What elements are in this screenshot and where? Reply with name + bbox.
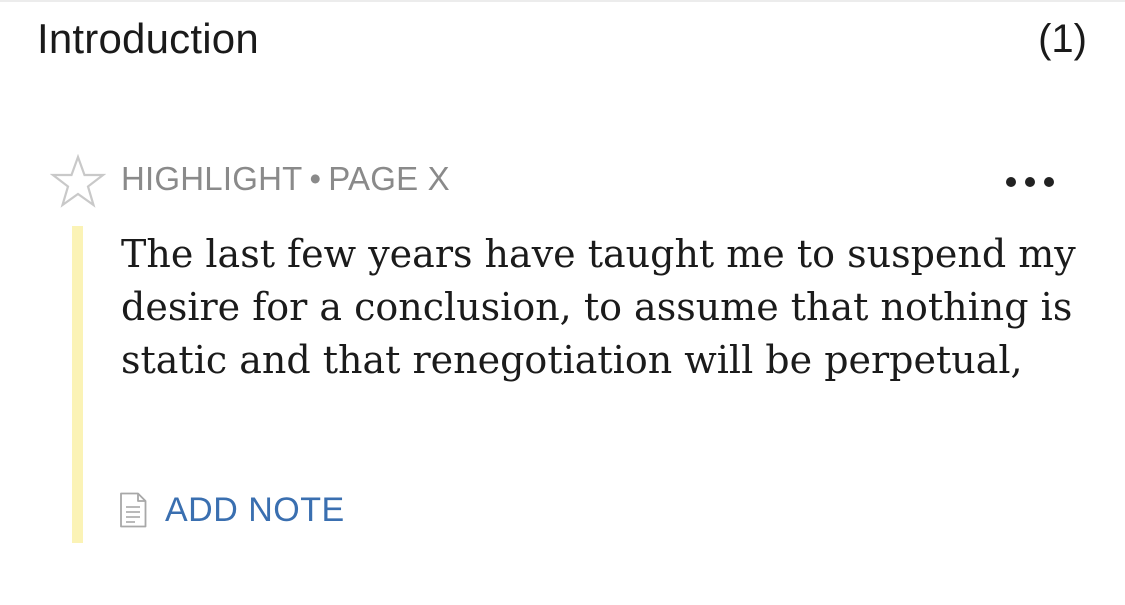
more-options-button[interactable] bbox=[990, 164, 1070, 200]
section-count: (1) bbox=[1038, 16, 1087, 61]
highlight-page-label: PAGE X bbox=[328, 160, 450, 197]
star-outline-icon[interactable] bbox=[49, 153, 107, 210]
highlight-meta: HIGHLIGHT • PAGE X bbox=[121, 160, 450, 198]
highlight-type-label: HIGHLIGHT bbox=[121, 160, 303, 197]
top-divider bbox=[0, 0, 1125, 2]
note-document-icon bbox=[119, 492, 147, 528]
highlight-text[interactable]: The last few years have taught me to sus… bbox=[121, 228, 1081, 387]
add-note-button[interactable]: ADD NOTE bbox=[119, 490, 345, 530]
section-header: Introduction (1) bbox=[37, 10, 1087, 68]
add-note-label: ADD NOTE bbox=[165, 490, 345, 529]
highlight-color-bar bbox=[72, 226, 83, 543]
more-horizontal-icon bbox=[1006, 177, 1016, 187]
section-title: Introduction bbox=[37, 15, 259, 62]
meta-separator: • bbox=[309, 160, 322, 197]
highlight-card: HIGHLIGHT • PAGE X The last few years have… bbox=[49, 150, 1090, 550]
